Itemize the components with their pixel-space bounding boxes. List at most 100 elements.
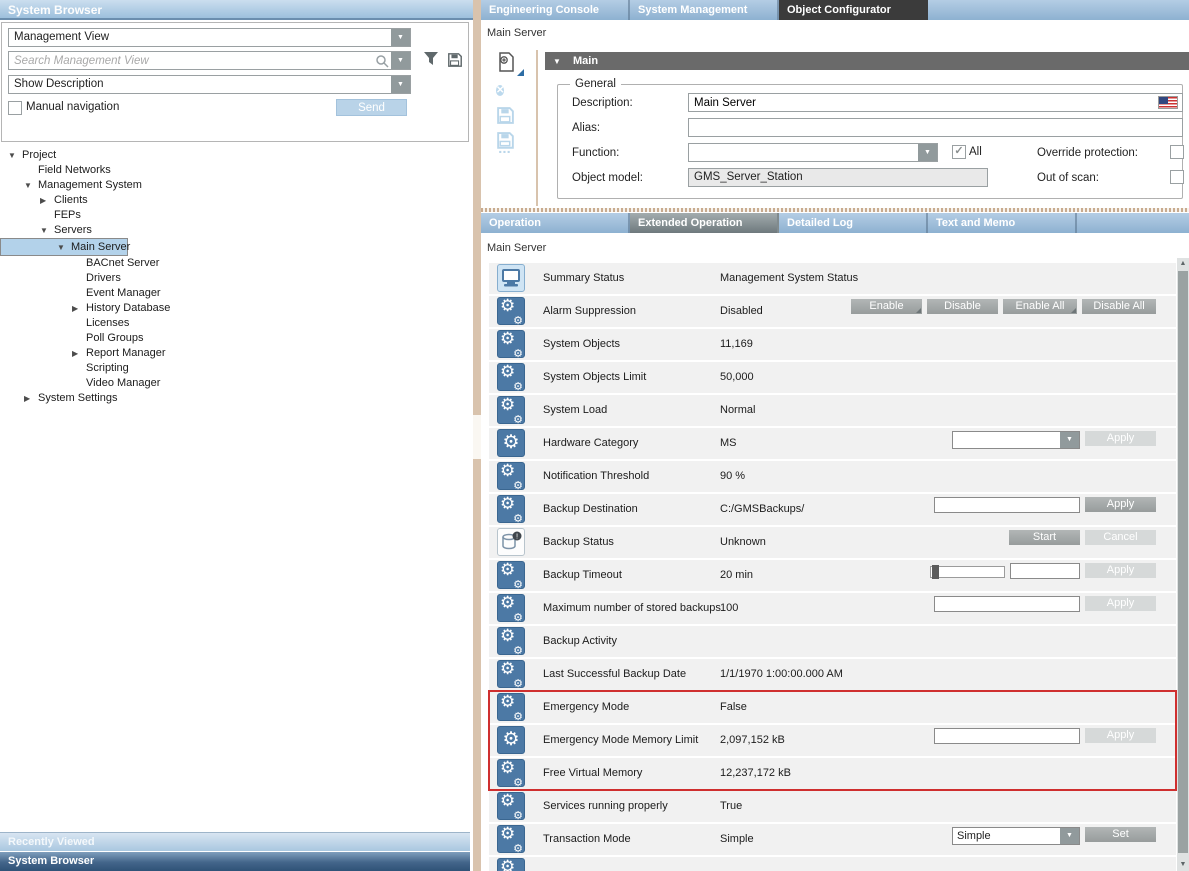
property-value: MS <box>720 428 737 459</box>
chevron-down-icon[interactable]: ▼ <box>391 29 410 46</box>
apply-button[interactable]: Apply <box>1085 431 1156 446</box>
tree-item-licenses[interactable]: Licenses <box>0 316 470 331</box>
view-selector-dropdown[interactable]: Management View ▼ <box>8 28 411 47</box>
tree-item-history-database[interactable]: ▶History Database <box>0 301 470 316</box>
tab-operation[interactable]: Operation <box>481 213 630 233</box>
tab-engineering-console[interactable]: Engineering Console <box>481 0 630 20</box>
tree-item-project[interactable]: ▼Project <box>0 148 470 163</box>
left-panel-scrollbar[interactable] <box>473 0 481 871</box>
tab-extended-operation[interactable]: Extended Operation <box>630 213 779 233</box>
tree-item-report-manager[interactable]: ▶Report Manager <box>0 346 470 361</box>
tree-item-scripting[interactable]: Scripting <box>0 361 470 376</box>
language-flag-icon[interactable] <box>1158 96 1178 109</box>
enable-all-button[interactable]: Enable All <box>1003 299 1077 314</box>
value-input[interactable] <box>934 497 1080 513</box>
description-mode-dropdown[interactable]: Show Description ▼ <box>8 75 411 94</box>
out-of-scan-checkbox[interactable] <box>1170 170 1184 184</box>
description-field[interactable] <box>688 93 1183 112</box>
manual-navigation-checkbox[interactable] <box>8 101 22 115</box>
toolbar-splitter[interactable] <box>536 50 538 206</box>
chevron-down-icon[interactable]: ▼ <box>391 52 410 69</box>
new-object-icon[interactable] <box>496 52 520 76</box>
tree-item-servers[interactable]: ▼Servers <box>0 223 470 238</box>
tree-item-event-manager[interactable]: Event Manager <box>0 286 470 301</box>
gear-icon: ⚙ <box>497 429 525 457</box>
disable-all-button[interactable]: Disable All <box>1082 299 1156 314</box>
slider-thumb[interactable] <box>932 565 939 579</box>
tree-item-clients[interactable]: ▶Clients <box>0 193 470 208</box>
value-input[interactable] <box>934 596 1080 612</box>
collapse-arrow-icon[interactable]: ▼ <box>57 240 71 255</box>
chevron-down-icon[interactable]: ▼ <box>1060 432 1079 448</box>
enable-button[interactable]: Enable <box>851 299 922 314</box>
tree-item-feps[interactable]: FEPs <box>0 208 470 223</box>
search-icon[interactable] <box>375 52 391 69</box>
collapse-arrow-icon[interactable]: ▼ <box>24 178 38 193</box>
scrollbar-thumb[interactable] <box>473 415 481 459</box>
system-browser-bar[interactable]: System Browser <box>0 852 470 871</box>
tree-item-label: Drivers <box>86 271 121 286</box>
expand-arrow-icon[interactable]: ▶ <box>72 346 86 361</box>
value-dropdown[interactable]: ▼ <box>952 431 1080 449</box>
all-checkbox[interactable]: ✓ <box>952 145 966 159</box>
tab-text-and-memo[interactable]: Text and Memo <box>928 213 1077 233</box>
disable-button[interactable]: Disable <box>927 299 998 314</box>
send-button[interactable]: Send <box>336 99 407 116</box>
start-button[interactable]: Start <box>1009 530 1080 545</box>
gears-icon: ⚙⚙ <box>497 792 525 820</box>
timeout-slider[interactable] <box>930 566 1005 578</box>
tab-detailed-log[interactable]: Detailed Log <box>779 213 928 233</box>
function-dropdown[interactable]: ▼ <box>688 143 938 162</box>
tree-item-label: Field Networks <box>38 163 111 178</box>
tree-item-system-settings[interactable]: ▶System Settings <box>0 391 470 406</box>
description-input[interactable] <box>689 94 1182 111</box>
value-input[interactable] <box>1010 563 1080 579</box>
save-all-icon[interactable] <box>496 132 520 156</box>
main-section-header[interactable]: ▼Main <box>545 52 1189 70</box>
recently-viewed-bar[interactable]: Recently Viewed <box>0 832 470 851</box>
apply-button[interactable]: Apply <box>1085 563 1156 578</box>
expand-arrow-icon[interactable]: ▶ <box>72 301 86 316</box>
property-label: Services running properly <box>543 791 715 822</box>
collapse-arrow-icon[interactable]: ▼ <box>40 223 54 238</box>
discard-icon[interactable]: ✕ <box>496 80 520 104</box>
chevron-down-icon[interactable]: ▼ <box>918 144 937 161</box>
chevron-down-icon[interactable]: ▼ <box>1060 828 1079 844</box>
override-protection-checkbox[interactable] <box>1170 145 1184 159</box>
menu-fold-icon <box>916 308 921 313</box>
chevron-down-icon[interactable]: ▼ <box>391 76 410 93</box>
value-input[interactable] <box>934 728 1080 744</box>
search-box[interactable]: ▼ <box>8 51 411 70</box>
tree-item-management-system[interactable]: ▼Management System <box>0 178 470 193</box>
alias-field[interactable] <box>688 118 1183 137</box>
alias-input[interactable] <box>689 119 1182 136</box>
save-filter-icon[interactable] <box>447 52 465 70</box>
scrollbar-thumb[interactable] <box>1178 271 1188 853</box>
scroll-up-icon[interactable]: ▲ <box>1177 258 1189 270</box>
set-button[interactable]: Set <box>1085 827 1156 842</box>
tree-item-video-manager[interactable]: Video Manager <box>0 376 470 391</box>
tab-object-configurator[interactable]: Object Configurator <box>779 0 928 20</box>
tree-item-main-server[interactable]: ▼Main Server <box>0 238 128 256</box>
value-dropdown[interactable]: Simple▼ <box>952 827 1080 845</box>
pane-splitter[interactable] <box>481 208 1189 212</box>
list-scrollbar[interactable]: ▲ ▼ <box>1177 258 1189 871</box>
apply-button[interactable]: Apply <box>1085 728 1156 743</box>
collapse-arrow-icon[interactable]: ▼ <box>553 53 567 71</box>
expand-arrow-icon[interactable]: ▶ <box>40 193 54 208</box>
tree-item-drivers[interactable]: Drivers <box>0 271 470 286</box>
search-input[interactable] <box>9 52 375 69</box>
scroll-down-icon[interactable]: ▼ <box>1177 859 1189 871</box>
tree-item-field-networks[interactable]: Field Networks <box>0 163 470 178</box>
apply-button[interactable]: Apply <box>1085 596 1156 611</box>
collapse-arrow-icon[interactable]: ▼ <box>8 148 22 163</box>
application-window: System Browser Management View ▼ ▼ Show … <box>0 0 1189 871</box>
filter-icon[interactable] <box>424 52 442 70</box>
tree-item-poll-groups[interactable]: Poll Groups <box>0 331 470 346</box>
expand-arrow-icon[interactable]: ▶ <box>24 391 38 406</box>
save-icon[interactable] <box>496 106 520 130</box>
tree-item-bacnet-server[interactable]: BACnet Server <box>0 256 470 271</box>
apply-button[interactable]: Apply <box>1085 497 1156 512</box>
tab-system-management[interactable]: System Management <box>630 0 779 20</box>
cancel-button[interactable]: Cancel <box>1085 530 1156 545</box>
